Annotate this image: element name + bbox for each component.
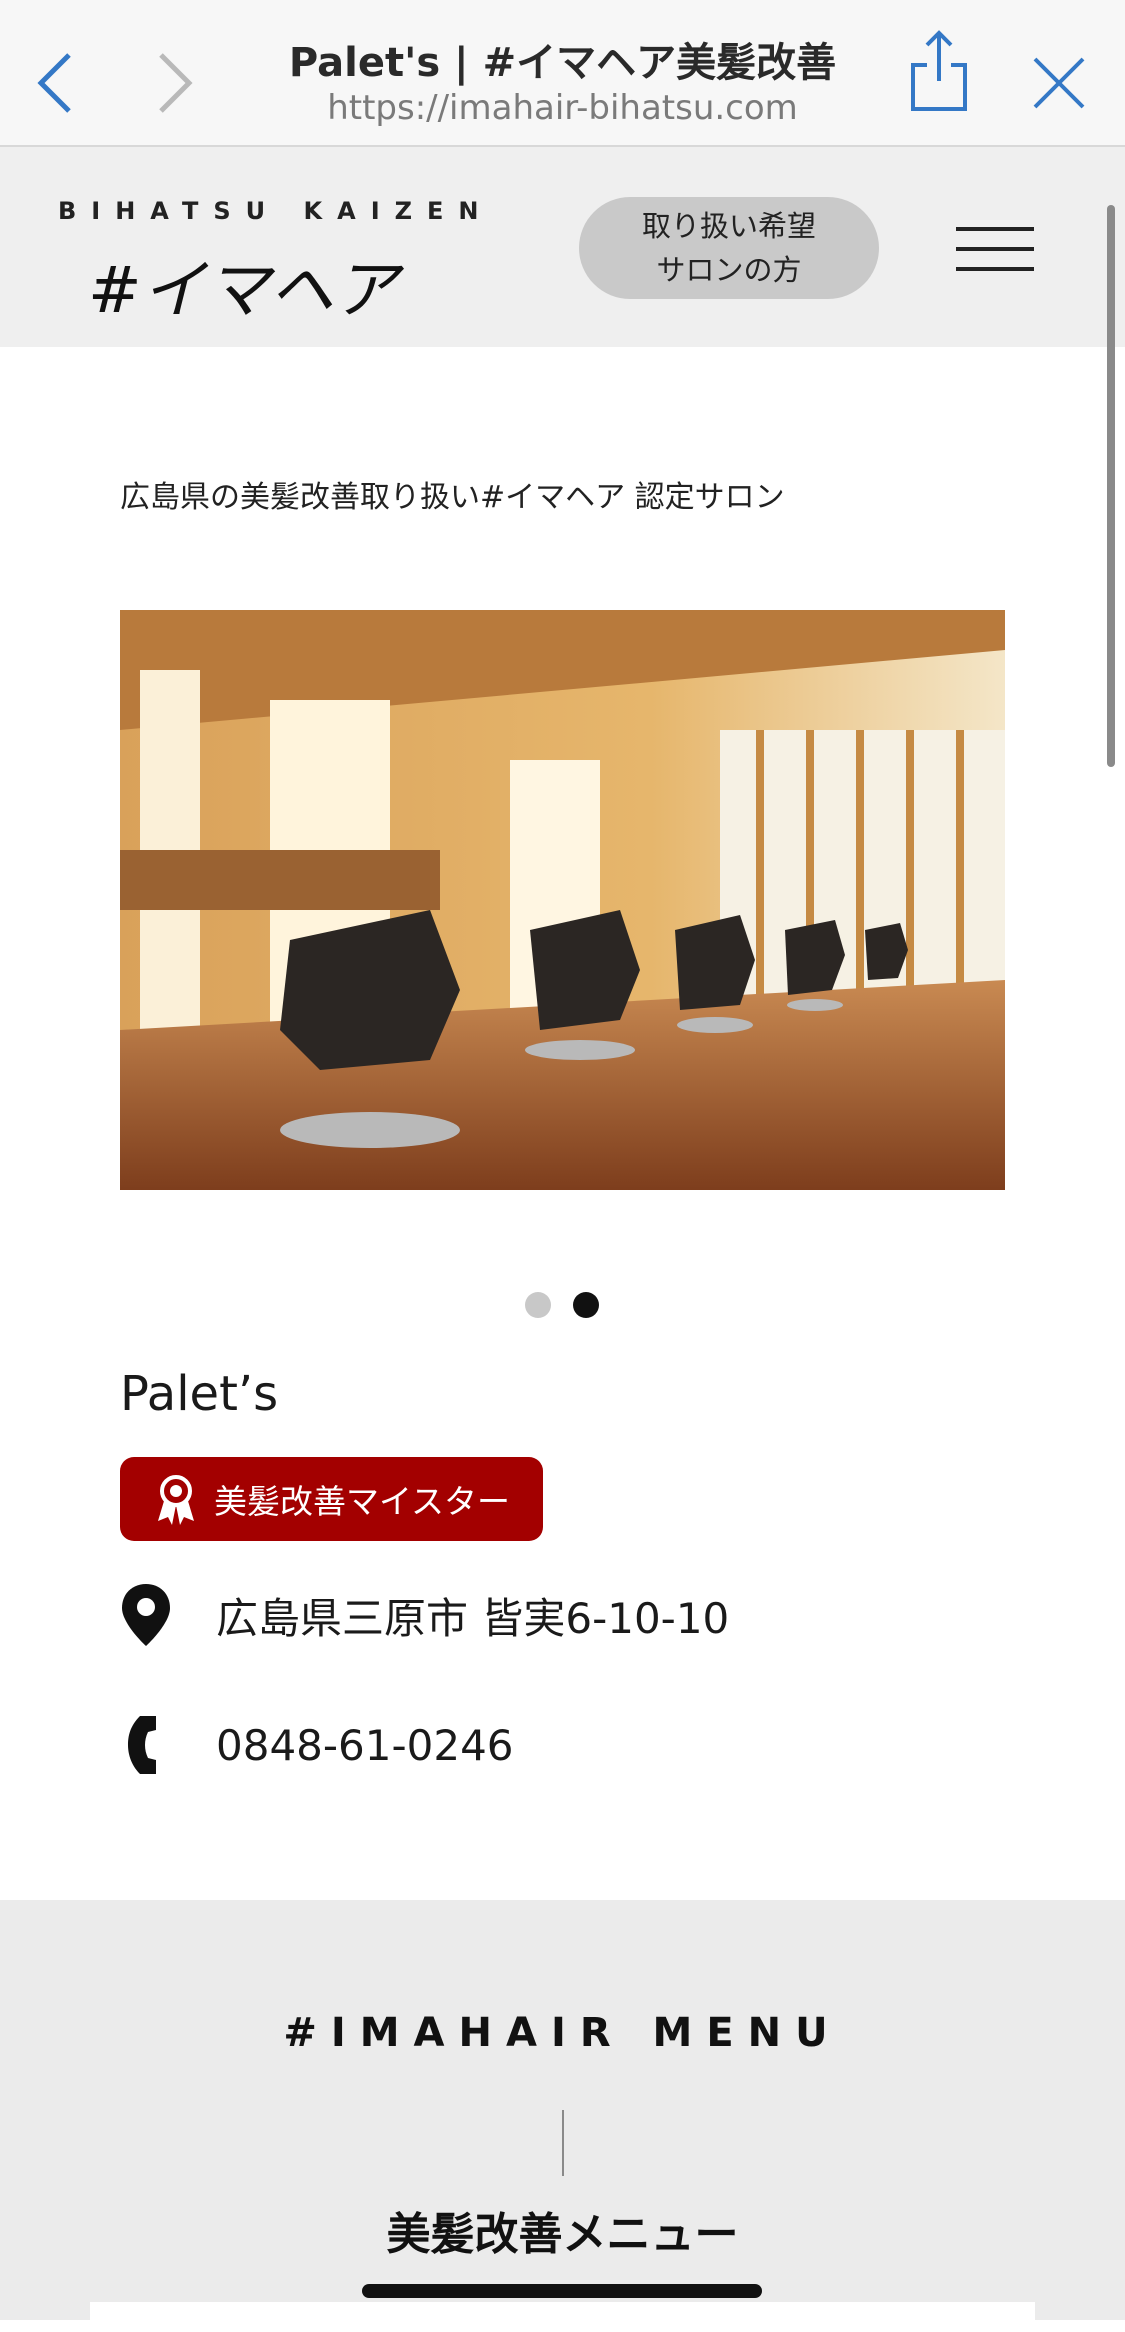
menu-section: #IMAHAIR MENU 美髪改善メニュー — [0, 1900, 1125, 2332]
phone-text[interactable]: 0848-61-0246 — [216, 1721, 514, 1770]
home-indicator[interactable] — [362, 2284, 762, 2298]
share-button[interactable] — [904, 30, 974, 111]
award-icon — [158, 1475, 194, 1525]
slider-dots — [525, 1292, 605, 1318]
site-header: BIHATSU KAIZEN #イマヘア 取り扱い希望 サロンの方 — [0, 147, 1125, 347]
address-row: 広島県三原市 皆実6-10-10 — [120, 1580, 1020, 1650]
salon-photo[interactable] — [120, 610, 1005, 1200]
map-pin-icon — [120, 1582, 172, 1648]
scrollbar[interactable] — [1107, 205, 1115, 767]
menu-divider — [562, 2110, 564, 2176]
badge-label: 美髪改善マイスター — [214, 1482, 511, 1521]
phone-icon — [120, 1712, 172, 1778]
salon-button-line2: サロンの方 — [656, 253, 802, 287]
hamburger-icon[interactable] — [956, 227, 1034, 271]
menu-heading: #IMAHAIR MENU — [283, 2010, 842, 2056]
salon-inquiry-button[interactable]: 取り扱い希望 サロンの方 — [579, 197, 879, 299]
menu-card[interactable] — [90, 2302, 1035, 2332]
browser-bar: Palet's | #イマヘア美髪改善 https://imahair-biha… — [0, 0, 1125, 147]
phone-row: 0848-61-0246 — [120, 1710, 1020, 1780]
page-subtitle: 広島県の美髪改善取り扱い#イマヘア 認定サロン — [120, 480, 785, 515]
share-icon — [911, 30, 967, 111]
logo[interactable]: #イマヘア — [88, 239, 398, 331]
slider-dot-2-active[interactable] — [573, 1292, 599, 1318]
close-icon — [1033, 57, 1085, 109]
salon-button-line1: 取り扱い希望 — [641, 209, 816, 243]
close-button[interactable] — [1024, 48, 1094, 118]
address-text[interactable]: 広島県三原市 皆実6-10-10 — [216, 1585, 729, 1646]
slider-dot-1[interactable] — [525, 1292, 551, 1318]
meister-badge: 美髪改善マイスター — [120, 1457, 543, 1541]
menu-subheading: 美髪改善メニュー — [386, 2209, 739, 2260]
salon-name: Palet’s — [120, 1366, 279, 1422]
logo-tagline[interactable]: BIHATSU KAIZEN — [58, 197, 494, 225]
